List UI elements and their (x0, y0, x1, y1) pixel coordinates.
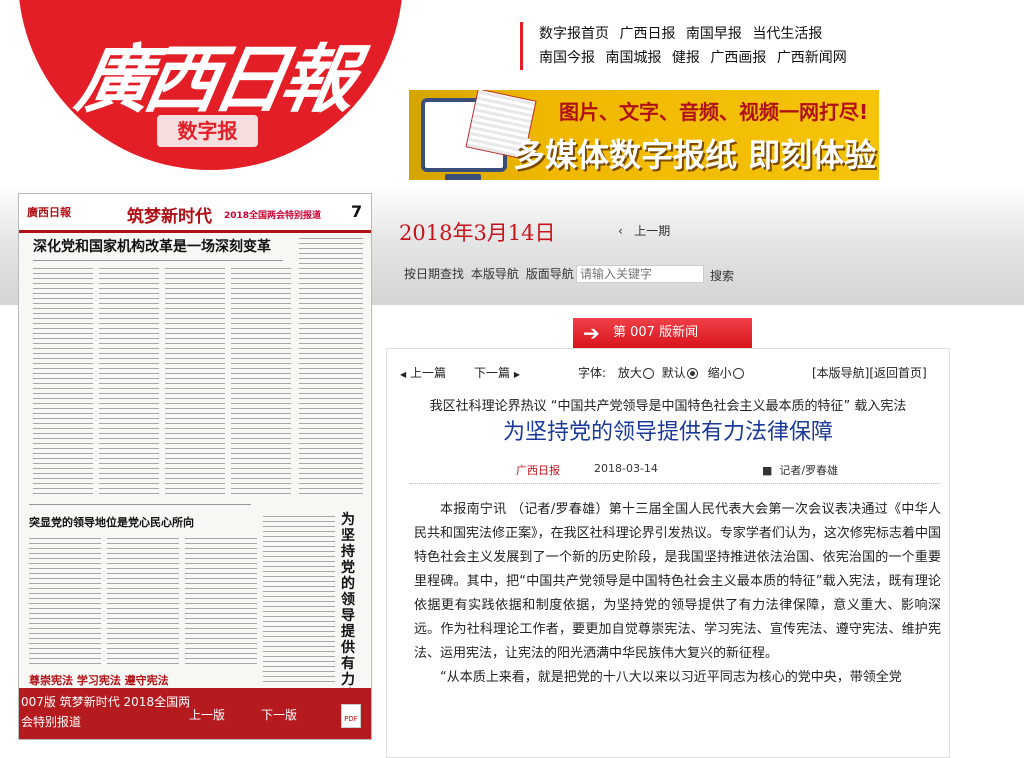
link-contemporary-life[interactable]: 当代生活报 (752, 26, 822, 42)
next-article-label: 下一篇 (474, 366, 511, 380)
thumbnail-caption: 007版 筑梦新时代 2018全国两会特别报道 (21, 695, 191, 729)
arrow-right-icon: ➔ (583, 321, 600, 345)
default-label: 默认 (661, 366, 686, 380)
page-nav-link[interactable]: 本版导航 (471, 267, 519, 281)
zoom-in-radio[interactable] (642, 368, 654, 379)
article-top-links: [本版导航][返回首页] (812, 364, 927, 381)
font-label: 字体: (578, 366, 607, 380)
article-paragraph: 本报南宁讯 （记者/罗春雄）第十三届全国人民代表大会第一次会议表决通过《中华人民… (414, 502, 941, 661)
article-paragraph: “从本质上来看，就是把党的十八大以来以习近平同志为核心的党中央，带领全党 (440, 670, 902, 685)
triangle-right-icon: ▶ (513, 370, 520, 379)
font-zoom-out[interactable]: 缩小 (708, 366, 744, 380)
font-size-controls: 字体: 放大 默认 缩小 (578, 364, 744, 381)
thumbnail-text-column (165, 264, 225, 494)
thumbnail-text-column (99, 264, 159, 494)
thumbnail-text-column (299, 236, 363, 494)
link-health[interactable]: 健报 (672, 50, 700, 66)
thumbnail-special: 2018全国两会特别报道 (224, 211, 322, 221)
thumbnail-masthead: 廣西日報 筑梦新时代 2018全国两会特别报道 7 (19, 194, 371, 233)
next-page-link[interactable]: 下一版 (261, 706, 297, 723)
article-body: 本报南宁讯 （记者/罗春雄）第十三届全国人民代表大会第一次会议表决通过《中华人民… (414, 498, 941, 690)
logo-text[interactable]: 廣西日報 (70, 20, 368, 123)
pdf-icon[interactable]: PDF (341, 704, 361, 728)
zoom-in-label: 放大 (617, 366, 642, 380)
link-nanguo-today[interactable]: 南国今报 (539, 50, 595, 66)
thumbnail-text-column (107, 534, 179, 664)
prev-issue-link[interactable]: ‹ 上一期 (618, 222, 670, 239)
section-tab[interactable]: ➔ 第 007 版新闻 (573, 318, 752, 348)
zoom-out-radio[interactable] (732, 368, 744, 379)
find-by-date-link[interactable]: 按日期查找 (404, 267, 464, 281)
thumbnail-text-column (231, 264, 291, 494)
chevron-left-icon: ‹ (618, 224, 635, 238)
banner-line2: 多媒体数字报纸 即刻体验 (513, 136, 877, 174)
banner-line1: 图片、文字、音频、视频一网打尽! (559, 100, 869, 124)
section-tab-label: 第 007 版新闻 (613, 325, 699, 340)
prev-page-link[interactable]: 上一版 (189, 706, 225, 723)
font-zoom-in[interactable]: 放大 (618, 366, 654, 380)
triangle-left-icon: ◀ (400, 370, 407, 379)
issue-date: 2018年3月14日 (399, 221, 556, 245)
link-guangxi-daily[interactable]: 广西日报 (619, 26, 675, 42)
thumbnail-text-column (33, 264, 93, 494)
thumbnail-text-column (29, 534, 101, 664)
font-default[interactable]: 默认 (662, 366, 698, 380)
search-row: 按日期查找 本版导航 版面导航 (404, 265, 577, 282)
next-article-link[interactable]: 下一篇 ▶ (474, 364, 520, 381)
article-author-row: ■ 记者/罗春雄 (762, 462, 838, 478)
prev-issue-label: 上一期 (634, 224, 671, 238)
thumbnail-text-column (185, 534, 257, 664)
article-source: 广西日报 (516, 464, 560, 477)
top-site-links: 数字报首页 广西日报 南国早报 当代生活报 南国今报 南国城报 健报 广西画报 … (520, 22, 853, 70)
default-radio[interactable] (686, 368, 698, 379)
link-gxnews[interactable]: 广西新闻网 (777, 50, 847, 66)
link-nanguo-city[interactable]: 南国城报 (605, 50, 661, 66)
meta-divider (410, 483, 940, 484)
article-date: 2018-03-14 (594, 462, 658, 475)
prev-article-link[interactable]: ◀ 上一篇 (400, 364, 446, 381)
link-digital-home[interactable]: 数字报首页 (539, 26, 609, 42)
article-pretitle: 我区社科理论界热议 “中国共产党领导是中国特色社会主义最本质的特征” 载入宪法 (429, 399, 907, 414)
thumbnail-slogan: 尊崇宪法 学习宪法 遵守宪法 (29, 674, 169, 687)
link-nanguo-morning[interactable]: 南国早报 (686, 26, 742, 42)
article-author: 记者/罗春雄 (779, 464, 839, 477)
layout-nav-link[interactable]: 版面导航 (526, 267, 574, 281)
prev-article-label: 上一篇 (409, 366, 446, 380)
thumbnail-page-number: 7 (351, 202, 363, 221)
back-home-link[interactable]: [返回首页] (869, 366, 926, 380)
article-title: 为坚持党的领导提供有力法律保障 (502, 420, 833, 445)
digital-edition-badge[interactable]: 数字报 (157, 115, 258, 147)
square-bullet-icon: ■ (762, 464, 780, 477)
page-thumbnail[interactable]: 廣西日報 筑梦新时代 2018全国两会特别报道 7 深化党和国家机构改革是一场深… (18, 193, 372, 740)
thumbnail-headline-1[interactable]: 深化党和国家机构改革是一场深刻变革 (33, 236, 283, 261)
page-nav-bracket-link[interactable]: [本版导航] (812, 366, 869, 380)
link-guangxi-pictorial[interactable]: 广西画报 (710, 50, 766, 66)
multimedia-banner[interactable]: 图片、文字、音频、视频一网打尽! 多媒体数字报纸 即刻体验 (409, 90, 879, 180)
thumbnail-section: 筑梦新时代 (127, 207, 212, 227)
thumbnail-text-column (263, 512, 335, 682)
keyword-search-input[interactable] (576, 265, 704, 283)
thumbnail-paper-name: 廣西日報 (27, 206, 71, 219)
search-button[interactable]: 搜索 (710, 267, 734, 284)
zoom-out-label: 缩小 (707, 366, 732, 380)
thumbnail-headline-2[interactable]: 突显党的领导地位是党心民心所向 (29, 514, 194, 530)
